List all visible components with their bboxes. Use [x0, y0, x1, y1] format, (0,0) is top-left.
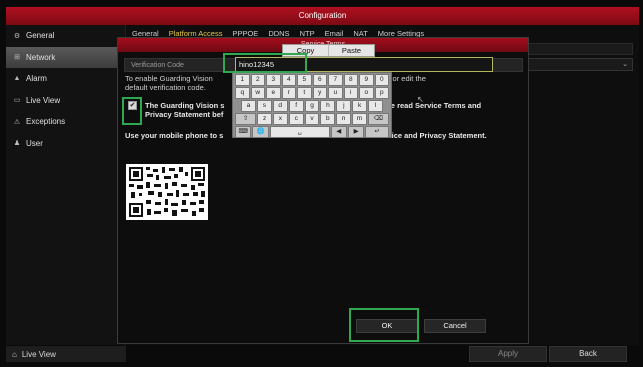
sidebar-item-label: Exceptions — [26, 117, 66, 127]
key-v[interactable]: v — [304, 113, 320, 125]
cancel-button[interactable]: Cancel — [424, 319, 486, 333]
copy-menu-item[interactable]: Copy — [283, 45, 329, 56]
key-2[interactable]: 2 — [250, 74, 265, 86]
sidebar-item-label: Network — [26, 52, 56, 62]
live-view-icon: ▭ — [13, 97, 21, 105]
keyboard-row-qwerty: q w e r t y u i o p — [235, 87, 389, 99]
sidebar-item-label: User — [26, 138, 43, 148]
warning-icon: ⚠ — [13, 118, 21, 126]
keyboard-mode-icon[interactable]: ⌨ — [235, 126, 252, 138]
back-button[interactable]: Back — [549, 346, 627, 362]
space-key-icon[interactable]: ␣ — [269, 126, 330, 138]
sidebar-item-label: General — [26, 31, 55, 41]
backspace-key-icon[interactable]: ⌫ — [367, 113, 389, 125]
sidebar: ⚙ General ⊞ Network ▲ Alarm ▭ Live View ⚠ Exc… — [6, 25, 126, 345]
sidebar-item-general[interactable]: ⚙ General — [6, 25, 125, 47]
ok-button[interactable]: OK — [356, 319, 418, 333]
sidebar-item-alarm[interactable]: ▲ Alarm — [6, 68, 125, 90]
live-view-button-label: Live View — [21, 349, 56, 359]
agree-checkbox[interactable]: ✔ — [128, 101, 137, 110]
sidebar-item-label: Alarm — [26, 74, 47, 84]
key-z[interactable]: z — [257, 113, 272, 125]
terms-line2: Privacy Statement bef — [145, 110, 224, 119]
key-e[interactable]: e — [266, 87, 281, 99]
desc-line2: default verification code. — [125, 83, 206, 92]
key-j[interactable]: j — [336, 100, 352, 112]
home-icon: ⌂ — [12, 349, 17, 359]
desc-line1a: To enable Guarding Vision — [125, 74, 213, 83]
keyboard-row-zxcv: ⇧ z x c v b n m ⌫ — [235, 113, 389, 125]
keyboard-row-func: ⌨ 🌐 ␣ ◀ ▶ ↵ — [235, 126, 389, 138]
sidebar-item-network[interactable]: ⊞ Network — [6, 46, 125, 68]
on-screen-keyboard: 1 2 3 4 5 6 7 8 9 0 q w e r t y u i o p … — [232, 72, 392, 138]
arrow-right-key-icon[interactable]: ▶ — [347, 126, 365, 138]
chevron-down-icon: ⌄ — [622, 61, 628, 68]
sidebar-item-user[interactable]: ♟ User — [6, 133, 125, 155]
key-x[interactable]: x — [273, 113, 288, 125]
key-f[interactable]: f — [288, 100, 304, 112]
key-o[interactable]: o — [359, 87, 374, 99]
qr-code-image — [126, 164, 208, 220]
key-6[interactable]: 6 — [312, 74, 327, 86]
key-w[interactable]: w — [250, 87, 265, 99]
key-p[interactable]: p — [374, 87, 389, 99]
terms-line1b: ase read Service Terms and — [382, 101, 482, 110]
gear-icon: ⚙ — [13, 32, 21, 40]
verification-code-label: Verification Code — [131, 62, 184, 69]
keyboard-row-numbers: 1 2 3 4 5 6 7 8 9 0 — [235, 74, 389, 86]
key-t[interactable]: t — [297, 87, 312, 99]
key-5[interactable]: 5 — [297, 74, 312, 86]
apply-button[interactable]: Apply — [469, 346, 547, 362]
enter-key-icon[interactable]: ↵ — [365, 126, 389, 138]
key-h[interactable]: h — [320, 100, 336, 112]
key-9[interactable]: 9 — [359, 74, 374, 86]
key-7[interactable]: 7 — [328, 74, 343, 86]
key-n[interactable]: n — [336, 113, 351, 125]
arrow-left-key-icon[interactable]: ◀ — [330, 126, 347, 138]
window-title-bar: Configuration — [6, 7, 639, 25]
key-u[interactable]: u — [328, 87, 343, 99]
sidebar-item-live-view[interactable]: ▭ Live View — [6, 90, 125, 112]
key-m[interactable]: m — [351, 113, 367, 125]
scan-line-a: Use your mobile phone to s — [125, 131, 224, 140]
terms-line1a: The Guarding Vision s — [145, 101, 225, 110]
globe-icon[interactable]: 🌐 — [252, 126, 269, 138]
key-s[interactable]: s — [256, 100, 272, 112]
key-3[interactable]: 3 — [266, 74, 281, 86]
qr-code-graphic — [126, 164, 208, 220]
key-4[interactable]: 4 — [281, 74, 296, 86]
verification-code-input[interactable]: hino12345 — [235, 57, 493, 72]
sidebar-item-label: Live View — [26, 95, 61, 105]
key-y[interactable]: y — [312, 87, 327, 99]
shift-key-icon[interactable]: ⇧ — [235, 113, 257, 125]
keyboard-row-asdf: a s d f g h j k l — [235, 100, 389, 112]
key-i[interactable]: i — [343, 87, 358, 99]
key-1[interactable]: 1 — [235, 74, 250, 86]
user-icon: ♟ — [13, 140, 21, 148]
key-k[interactable]: k — [352, 100, 368, 112]
key-g[interactable]: g — [304, 100, 320, 112]
network-icon: ⊞ — [14, 54, 20, 62]
scan-line-b: ervice and Privacy Statement. — [380, 131, 487, 140]
context-menu: Copy Paste — [282, 44, 375, 57]
key-c[interactable]: c — [288, 113, 304, 125]
key-r[interactable]: r — [281, 87, 296, 99]
key-8[interactable]: 8 — [343, 74, 358, 86]
paste-menu-item[interactable]: Paste — [329, 45, 374, 56]
key-b[interactable]: b — [320, 113, 336, 125]
key-q[interactable]: q — [235, 87, 250, 99]
key-a[interactable]: a — [241, 100, 256, 112]
mouse-cursor-icon: ↖ — [417, 95, 424, 104]
window-title: Configuration — [298, 11, 347, 20]
live-view-button[interactable]: ⌂ Live View — [6, 346, 126, 362]
sidebar-item-exceptions[interactable]: ⚠ Exceptions — [6, 111, 125, 133]
alarm-icon: ▲ — [13, 75, 21, 83]
key-l[interactable]: l — [368, 100, 384, 112]
key-d[interactable]: d — [272, 100, 288, 112]
key-0[interactable]: 0 — [374, 74, 389, 86]
